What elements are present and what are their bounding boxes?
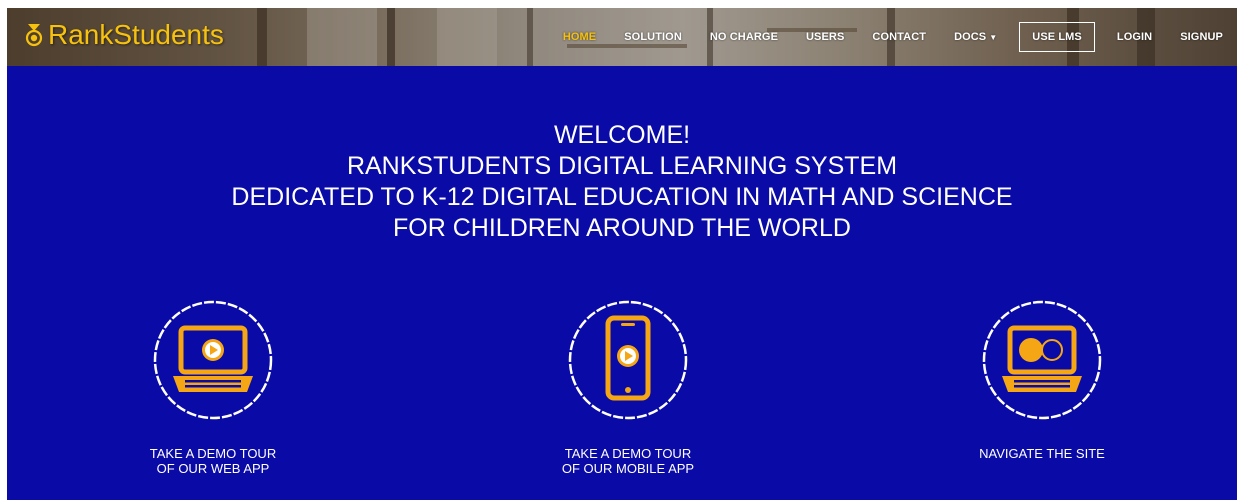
brand-name: RankStudents — [48, 19, 224, 50]
feature-mobile-app-line-1: TAKE A DEMO TOUR — [564, 446, 692, 461]
headline-line-system: RANKSTUDENTS DIGITAL LEARNING SYSTEM — [346, 152, 898, 180]
hero-headline: WELCOME! RANKSTUDENTS DIGITAL LEARNING S… — [7, 120, 1237, 244]
feature-web-app-demo[interactable]: TAKE A DEMO TOUR OF OUR WEB APP — [113, 298, 313, 476]
site-header: RankStudents HOME SOLUTION NO CHARGE USE… — [7, 8, 1237, 66]
phone-play-icon — [568, 300, 688, 420]
medal-icon — [25, 24, 43, 47]
caret-down-icon: ▼ — [989, 33, 998, 42]
headline-line-children: FOR CHILDREN AROUND THE WORLD — [393, 214, 851, 242]
hero-section: WELCOME! RANKSTUDENTS DIGITAL LEARNING S… — [7, 66, 1237, 500]
nav-signup[interactable]: SIGNUP — [1180, 31, 1223, 43]
nav-contact[interactable]: CONTACT — [872, 31, 926, 43]
feature-web-app-label: TAKE A DEMO TOUR OF OUR WEB APP — [113, 446, 313, 476]
nav-docs-label: DOCS — [954, 31, 987, 43]
nav-solution[interactable]: SOLUTION — [624, 31, 682, 43]
laptop-play-icon — [153, 300, 273, 420]
feature-navigate-label: NAVIGATE THE SITE — [942, 446, 1142, 461]
nav-docs[interactable]: DOCS ▼ — [954, 31, 997, 43]
nav-home[interactable]: HOME — [563, 31, 596, 43]
nav-no-charge[interactable]: NO CHARGE — [710, 31, 778, 43]
feature-navigate-site[interactable]: NAVIGATE THE SITE — [942, 298, 1142, 461]
feature-web-app-line-1: TAKE A DEMO TOUR — [149, 446, 277, 461]
feature-mobile-app-label: TAKE A DEMO TOUR OF OUR MOBILE APP — [528, 446, 728, 476]
nav-users[interactable]: USERS — [806, 31, 844, 43]
feature-navigate-line-1: NAVIGATE THE SITE — [979, 446, 1105, 461]
feature-web-app-line-2: OF OUR WEB APP — [156, 461, 270, 476]
nav-use-lms-button[interactable]: USE LMS — [1019, 22, 1095, 52]
feature-mobile-app-line-2: OF OUR MOBILE APP — [561, 461, 695, 476]
headline-line-welcome: WELCOME! — [553, 121, 691, 149]
feature-mobile-app-demo[interactable]: TAKE A DEMO TOUR OF OUR MOBILE APP — [528, 298, 728, 476]
main-nav: HOME SOLUTION NO CHARGE USERS CONTACT DO… — [549, 8, 1237, 66]
nav-login[interactable]: LOGIN — [1117, 31, 1152, 43]
brand-logo[interactable]: RankStudents — [25, 18, 224, 52]
headline-line-dedicated: DEDICATED TO K-12 DIGITAL EDUCATION IN M… — [231, 183, 1013, 211]
page-frame: RankStudents HOME SOLUTION NO CHARGE USE… — [7, 8, 1237, 500]
laptop-navigate-icon — [982, 300, 1102, 420]
